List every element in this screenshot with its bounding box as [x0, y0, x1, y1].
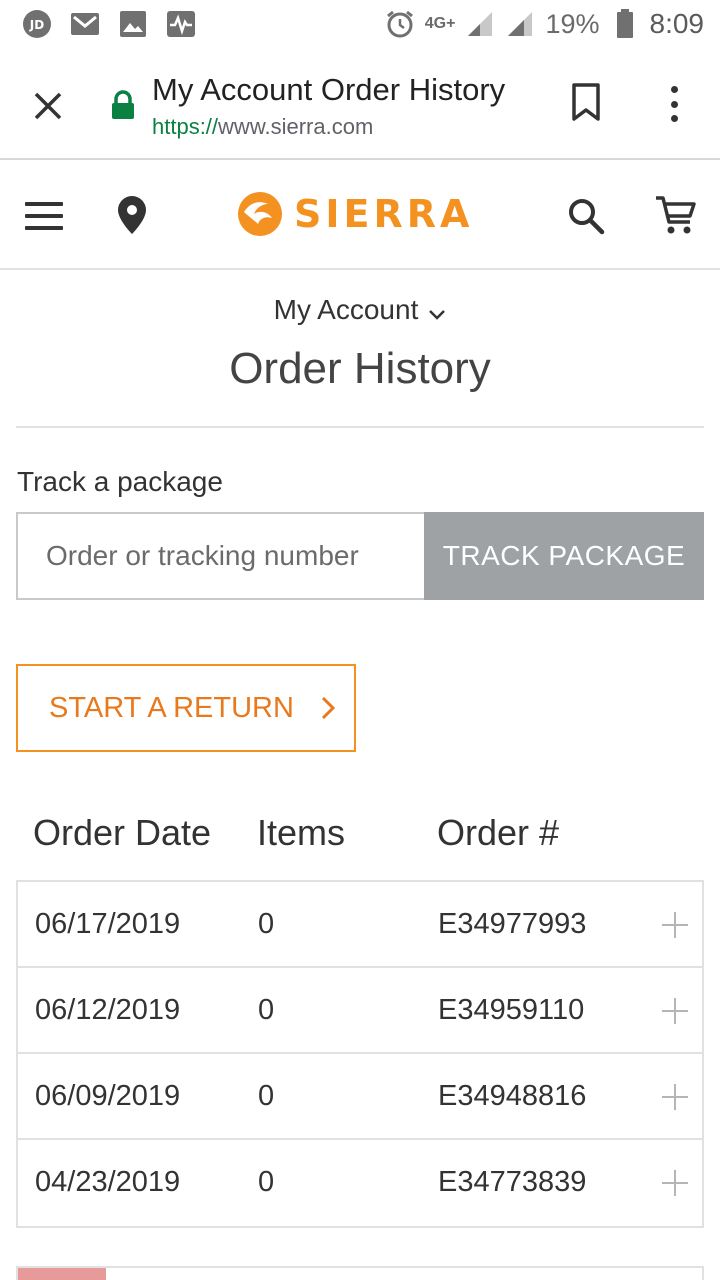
chevron-right-icon: [321, 696, 336, 720]
orders-table: 06/17/2019 0 E34977993 06/12/2019 0 E349…: [16, 880, 704, 1228]
signal-icon: [505, 9, 535, 39]
battery-percent: 19%: [545, 8, 600, 39]
system-status: 4G+ 19% 8:09: [385, 8, 704, 40]
activity-icon: [166, 9, 196, 39]
status-bar: JD 4G+ 19% 8:09: [0, 0, 720, 50]
url-address[interactable]: https://www.sierra.com: [152, 114, 373, 140]
sierra-logo-mark: [238, 192, 282, 236]
lock-icon: [110, 90, 136, 125]
dot-icon: [670, 100, 678, 108]
track-package-button[interactable]: TRACK PACKAGE: [424, 512, 704, 600]
table-row[interactable]: 06/17/2019 0 E34977993: [18, 882, 702, 968]
my-account-dropdown[interactable]: My Account: [0, 294, 720, 328]
brand-name: SIERRA: [294, 192, 474, 236]
battery-icon: [610, 9, 640, 39]
cart-button[interactable]: [654, 194, 698, 241]
dot-icon: [670, 86, 678, 93]
start-return-label: START A RETURN: [49, 691, 294, 724]
divider: [16, 426, 704, 428]
sierra-logo[interactable]: SIERRA: [234, 190, 473, 238]
order-date: 06/09/2019: [35, 1080, 181, 1112]
table-row[interactable]: 04/23/2019 0 E34773839: [18, 1140, 702, 1226]
expand-icon[interactable]: [662, 1170, 688, 1196]
store-locator-icon[interactable]: [115, 194, 149, 241]
order-number: E34959110: [438, 994, 585, 1026]
search-button[interactable]: [566, 196, 606, 241]
network-type: 4G+: [424, 15, 456, 32]
order-items: 0: [258, 1166, 275, 1198]
chevron-down-icon: [428, 296, 446, 328]
expand-icon[interactable]: [662, 1084, 688, 1110]
notification-icons: JD: [22, 9, 196, 39]
table-row[interactable]: 06/12/2019 0 E34959110: [18, 968, 702, 1054]
page-title: My Account Order History: [152, 72, 506, 107]
table-row[interactable]: 06/09/2019 0 E34948816: [18, 1054, 702, 1140]
order-number: E34977993: [438, 908, 587, 940]
svg-text:JD: JD: [29, 18, 44, 32]
start-return-button[interactable]: START A RETURN: [16, 664, 356, 752]
expand-icon[interactable]: [662, 912, 688, 938]
gallery-icon: [118, 9, 148, 39]
overflow-menu-button[interactable]: [660, 82, 688, 126]
order-number: E34948816: [438, 1080, 587, 1112]
order-items: 0: [258, 908, 275, 940]
cart-icon: [656, 196, 696, 234]
menu-icon[interactable]: [25, 202, 63, 230]
accent-block: [18, 1268, 106, 1280]
order-date: 06/17/2019: [35, 908, 181, 940]
order-history-title: Order History: [229, 344, 491, 393]
url-host: www.sierra.com: [218, 114, 374, 139]
next-section-edge: [16, 1266, 704, 1280]
signal-icon: [465, 9, 495, 39]
alarm-icon: [385, 9, 415, 39]
track-package-label: Track a package: [17, 466, 223, 497]
browser-toolbar: My Account Order History https://www.sie…: [0, 50, 720, 160]
bookmark-icon: [572, 83, 600, 121]
bookmark-button[interactable]: [570, 82, 606, 126]
close-icon: [34, 92, 62, 120]
order-number: E34773839: [438, 1166, 587, 1198]
order-items: 0: [258, 994, 275, 1026]
dot-icon: [670, 115, 678, 122]
order-date: 06/12/2019: [35, 994, 181, 1026]
close-tab-button[interactable]: [24, 82, 72, 130]
expand-icon[interactable]: [662, 998, 688, 1024]
gmail-icon: [70, 9, 100, 39]
site-header: SIERRA: [0, 162, 720, 270]
jd-app-icon: JD: [22, 9, 52, 39]
order-date: 04/23/2019: [35, 1166, 181, 1198]
search-icon: [569, 199, 605, 235]
my-account-label: My Account: [273, 294, 419, 325]
order-items: 0: [258, 1080, 275, 1112]
column-header-order-number: Order #: [437, 812, 560, 853]
clock: 8:09: [649, 8, 705, 39]
column-header-items: Items: [257, 812, 346, 853]
column-header-order-date: Order Date: [33, 812, 212, 853]
url-scheme: https://: [152, 114, 219, 139]
tracking-number-input[interactable]: [16, 512, 424, 600]
